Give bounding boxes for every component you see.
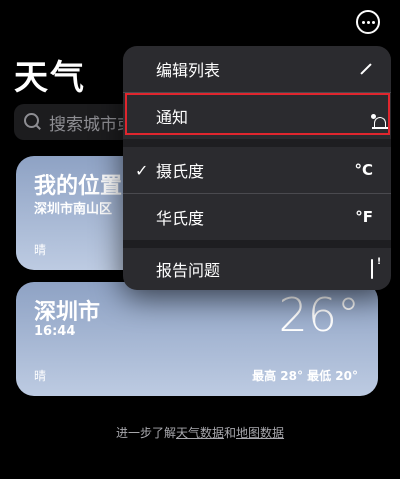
search-icon xyxy=(23,112,43,132)
more-dot xyxy=(361,20,365,24)
menu-item-report[interactable]: 报告问题 xyxy=(123,246,391,290)
report-bubble-icon xyxy=(371,259,373,279)
menu-item-label: 摄氏度 xyxy=(156,162,205,181)
footer-middle: 和 xyxy=(224,426,237,440)
more-dot xyxy=(366,20,370,24)
fahrenheit-unit: °F xyxy=(355,208,373,226)
weather-data-link[interactable]: 天气数据 xyxy=(176,426,224,440)
menu-item-fahrenheit[interactable]: 华氏度 °F xyxy=(123,194,391,240)
card-location-sub: 深圳市南山区 xyxy=(34,202,113,217)
card-condition: 晴 xyxy=(34,243,47,257)
weather-card-shenzhen[interactable]: 深圳市 16:44 26° 晴 最高 28° 最低 20° xyxy=(16,282,378,396)
card-time: 16:44 xyxy=(34,324,76,339)
card-location-name: 我的位置 xyxy=(34,174,123,199)
options-menu: 编辑列表 通知 ✓ 摄氏度 °C 华氏度 °F 报告问题 xyxy=(123,46,391,290)
search-placeholder: 搜索城市或 xyxy=(49,114,134,135)
menu-group-gap xyxy=(123,139,391,147)
menu-item-label: 报告问题 xyxy=(156,261,221,280)
menu-item-label: 华氏度 xyxy=(156,209,205,228)
checkmark-icon: ✓ xyxy=(135,160,149,180)
menu-item-edit-list[interactable]: 编辑列表 xyxy=(123,46,391,92)
pencil-icon xyxy=(359,63,373,75)
more-dot xyxy=(371,20,375,24)
menu-item-label: 编辑列表 xyxy=(156,61,221,80)
card-condition: 晴 xyxy=(34,369,47,383)
page-title: 天气 xyxy=(14,58,86,98)
map-data-link[interactable]: 地图数据 xyxy=(236,426,284,440)
highlight-box xyxy=(125,93,390,135)
more-options-button[interactable] xyxy=(356,10,380,34)
celsius-unit: °C xyxy=(354,161,373,179)
footer-text: 进一步了解天气数据和地图数据 xyxy=(0,424,400,441)
footer-prefix: 进一步了解 xyxy=(115,426,176,440)
card-temperature: 26° xyxy=(278,288,360,342)
card-high-low: 最高 28° 最低 20° xyxy=(252,369,358,383)
card-location-name: 深圳市 xyxy=(34,300,101,325)
menu-item-celsius[interactable]: ✓ 摄氏度 °C xyxy=(123,147,391,193)
